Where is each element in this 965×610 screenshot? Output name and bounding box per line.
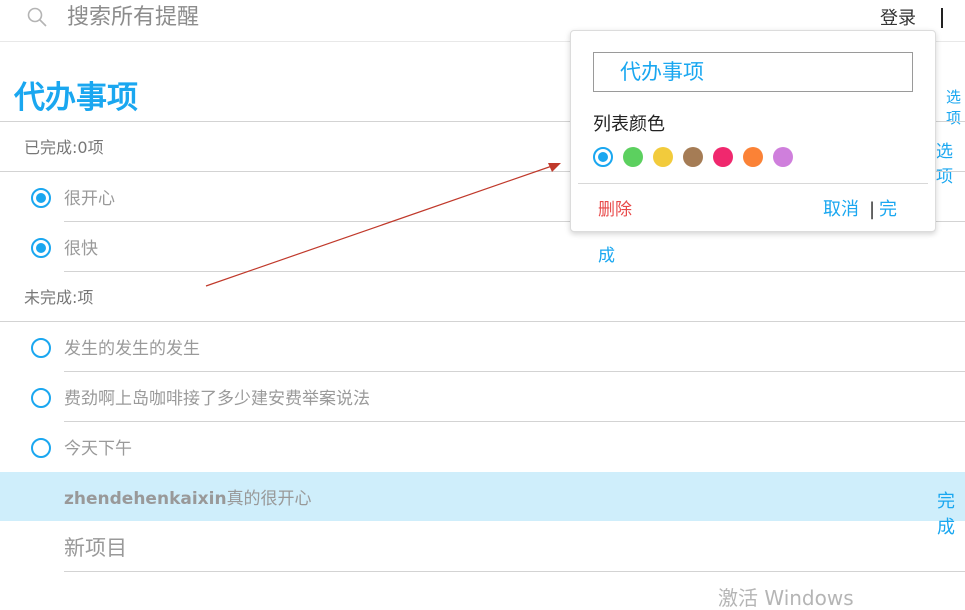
editing-item-rest: 真的很开心	[226, 489, 312, 509]
editing-item-text[interactable]: zhendehenkaixin真的很开心	[64, 488, 312, 510]
checkbox-completed[interactable]	[31, 188, 51, 208]
list-name-input[interactable]: 代办事项	[593, 52, 913, 92]
divider	[578, 183, 928, 184]
list-item[interactable]: 很开心	[64, 188, 115, 210]
checkbox-completed[interactable]	[31, 238, 51, 258]
search-icon[interactable]	[26, 6, 48, 28]
editing-item-bold: zhendehenkaixin	[64, 489, 227, 509]
login-button[interactable]: 登录	[880, 8, 916, 30]
options-button[interactable]: 选项	[936, 137, 965, 187]
text-cursor	[941, 8, 943, 28]
completed-count: 已完成:0项	[24, 138, 104, 157]
list-item[interactable]: 今天下午	[64, 438, 132, 460]
checkbox[interactable]	[31, 388, 51, 408]
done-button[interactable]: 完成	[937, 487, 965, 539]
finish-button-wrapped[interactable]: 成	[598, 245, 615, 267]
color-swatch[interactable]	[623, 147, 643, 167]
divider	[64, 421, 965, 422]
activate-windows-watermark: 激活 Windows	[718, 586, 854, 610]
divider	[64, 271, 965, 272]
divider	[64, 571, 965, 572]
new-item-input[interactable]: 新项目	[64, 535, 127, 561]
color-swatch[interactable]	[773, 147, 793, 167]
color-swatch[interactable]	[743, 147, 763, 167]
cancel-button[interactable]: 取消	[823, 199, 859, 221]
color-swatch[interactable]	[713, 147, 733, 167]
button-separator: |	[869, 199, 876, 220]
list-settings-popup: 代办事项 列表颜色 删除 取消 | 完	[570, 30, 936, 232]
delete-button[interactable]: 删除	[598, 199, 632, 221]
incomplete-count: 未完成:项	[24, 288, 94, 307]
list-item[interactable]: 费劲啊上岛咖啡接了多少建安费举案说法	[64, 388, 370, 410]
checkbox[interactable]	[31, 438, 51, 458]
finish-button[interactable]: 完	[879, 199, 897, 221]
checkbox[interactable]	[31, 338, 51, 358]
color-label: 列表颜色	[593, 114, 665, 135]
color-swatch[interactable]	[653, 147, 673, 167]
search-input[interactable]: 搜索所有提醒	[67, 5, 199, 31]
color-swatch[interactable]	[593, 147, 613, 167]
divider	[0, 321, 965, 322]
list-title: 代办事项	[14, 80, 138, 116]
color-swatch[interactable]	[683, 147, 703, 167]
list-item[interactable]: 发生的发生的发生	[64, 338, 200, 360]
divider	[64, 371, 965, 372]
list-item[interactable]: 很快	[64, 238, 98, 260]
